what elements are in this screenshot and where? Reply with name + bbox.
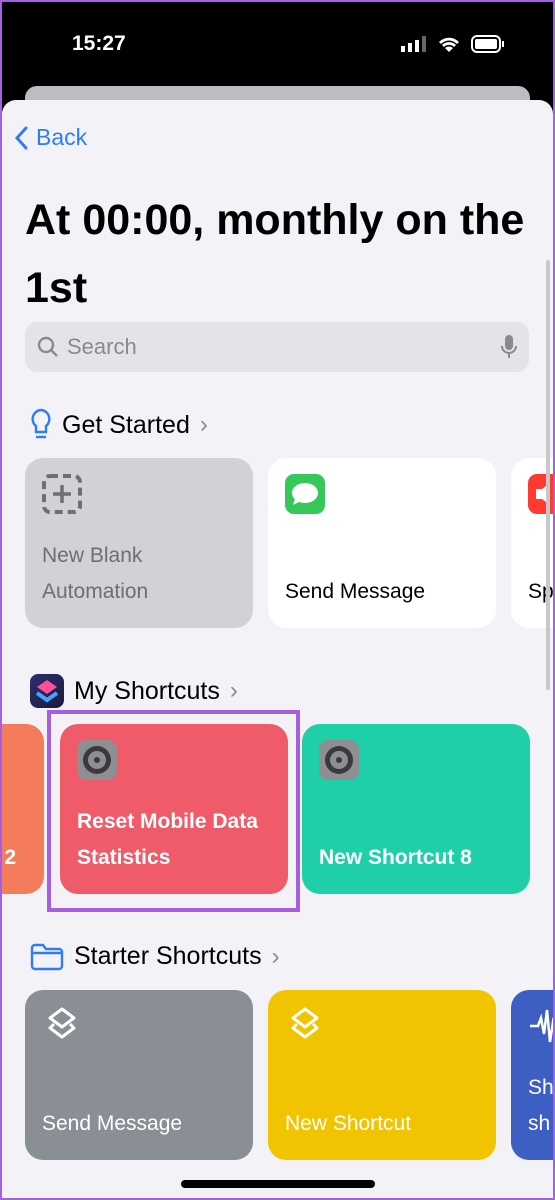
battery-icon (471, 35, 504, 53)
settings-icon (77, 740, 117, 780)
section-my-shortcuts[interactable]: My Shortcuts › (30, 674, 238, 708)
shortcuts-app-icon (30, 674, 64, 708)
chevron-right-icon: › (271, 942, 280, 970)
folder-icon (30, 943, 64, 970)
page-title: At 00:00, monthly on the 1st (25, 196, 525, 312)
shortcut-card-partial[interactable]: 2 (2, 724, 44, 894)
card-label: New Blank Automation (42, 544, 149, 603)
section-starter-shortcuts[interactable]: Starter Shortcuts › (30, 942, 280, 971)
section-get-started[interactable]: Get Started › (30, 408, 208, 442)
section-title: My Shortcuts (74, 676, 220, 705)
search-icon (37, 336, 58, 357)
layers-icon (291, 1007, 319, 1039)
starter-card-send-message[interactable]: Send Message (25, 990, 253, 1160)
card-new-blank-automation[interactable]: New Blank Automation (25, 458, 253, 628)
card-label: Send Message (285, 580, 426, 603)
section-title: Starter Shortcuts (74, 942, 262, 970)
card-label: Reset Mobile Data Statistics (77, 810, 258, 869)
back-label: Back (36, 124, 88, 150)
card-label: New Shortcut (285, 1112, 412, 1135)
shortcut-card-reset-mobile-data[interactable]: Reset Mobile Data Statistics (60, 724, 288, 894)
scrollbar[interactable] (546, 260, 550, 690)
starter-card-partial[interactable]: Sh sh (511, 990, 553, 1160)
card-label: Send Message (42, 1112, 183, 1135)
search-input[interactable]: Search (25, 322, 529, 372)
status-time: 15:27 (72, 32, 126, 55)
cellular-signal-icon (401, 36, 426, 52)
card-label: 2 (4, 846, 16, 869)
home-indicator[interactable] (181, 1180, 375, 1188)
layers-icon (48, 1007, 76, 1039)
messages-icon (285, 474, 325, 514)
shortcut-card-new-shortcut-8[interactable]: New Shortcut 8 (302, 724, 530, 894)
dashed-plus-icon (42, 474, 82, 514)
starter-card-new-shortcut[interactable]: New Shortcut (268, 990, 496, 1160)
chevron-right-icon: › (199, 411, 208, 438)
status-bar: 15:27 (2, 2, 553, 82)
waveform-icon (530, 1009, 553, 1043)
chevron-right-icon: › (229, 677, 238, 704)
microphone-icon[interactable] (501, 334, 517, 360)
card-label: Sh sh (528, 1076, 553, 1135)
card-label: New Shortcut 8 (319, 846, 472, 869)
card-send-message[interactable]: Send Message (268, 458, 496, 628)
back-button[interactable]: Back (14, 124, 87, 151)
chevron-left-icon (14, 126, 28, 149)
search-placeholder: Search (67, 334, 137, 359)
section-title: Get Started (62, 410, 190, 439)
automation-sheet: Back At 00:00, monthly on the 1st Search… (2, 100, 553, 1198)
settings-icon (319, 740, 359, 780)
wifi-icon (439, 37, 459, 52)
lightbulb-icon (31, 408, 51, 439)
